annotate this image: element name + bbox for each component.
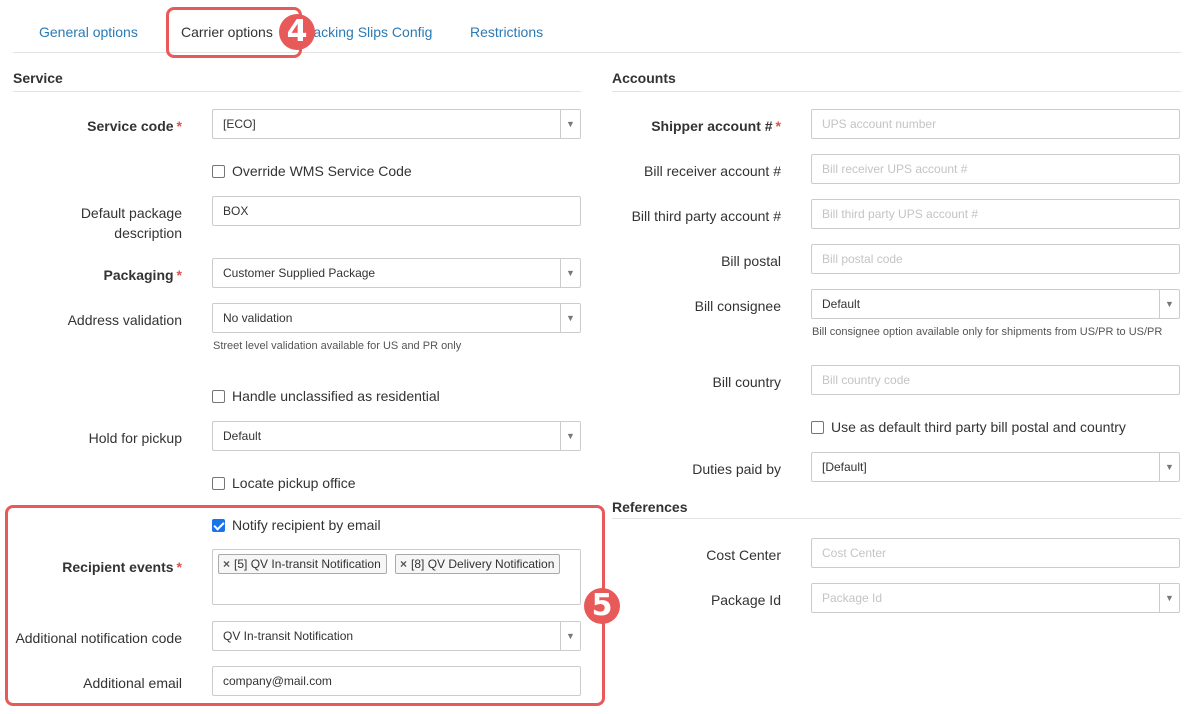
bill-receiver-label: Bill receiver account # [644,163,781,179]
tab-general-options[interactable]: General options [39,24,138,40]
default-package-desc-label: Default package description [80,205,182,241]
checkbox-icon[interactable] [212,164,225,178]
bill-consignee-help: Bill consignee option available only for… [812,326,1163,338]
chevron-down-icon: ▼ [1159,584,1179,612]
section-divider-references [612,518,1181,519]
address-validation-help: Street level validation available for US… [213,340,462,352]
bill-consignee-select[interactable]: Default ▼ [811,289,1180,319]
chevron-down-icon: ▼ [1159,290,1179,318]
hold-for-pickup-label: Hold for pickup [88,430,182,446]
chevron-down-icon: ▼ [1159,453,1179,481]
cost-center-input[interactable]: Cost Center [811,538,1180,568]
tab-restrictions[interactable]: Restrictions [470,24,543,40]
duties-paid-by-label: Duties paid by [692,461,781,477]
callout-badge-4: 4 [279,14,315,50]
section-title-references: References [612,499,688,515]
section-title-service: Service [13,70,63,86]
bill-country-label: Bill country [712,374,781,390]
override-wms-checkbox[interactable]: Override WMS Service Code [212,162,412,180]
handle-unclassified-checkbox[interactable]: Handle unclassified as residential [212,387,440,405]
shipper-account-input[interactable]: UPS account number [811,109,1180,139]
callout-box-5 [5,505,605,706]
duties-paid-by-select[interactable]: [Default] ▼ [811,452,1180,482]
packaging-label: Packaging * [103,267,182,283]
address-validation-label: Address validation [67,312,182,328]
chevron-down-icon: ▼ [560,259,580,287]
service-code-select[interactable]: [ECO] ▼ [212,109,581,139]
shipper-account-label: Shipper account # * [651,118,781,134]
tab-packing-slips-config[interactable]: Packing Slips Config [304,24,432,40]
locate-pickup-checkbox[interactable]: Locate pickup office [212,474,356,492]
hold-for-pickup-select[interactable]: Default ▼ [212,421,581,451]
use-default-third-party-checkbox[interactable]: Use as default third party bill postal a… [811,418,1126,436]
default-package-desc-input[interactable]: BOX [212,196,581,226]
handle-unclassified-label: Handle unclassified as residential [232,388,440,404]
bill-postal-input[interactable]: Bill postal code [811,244,1180,274]
bill-consignee-label: Bill consignee [694,298,781,314]
chevron-down-icon: ▼ [560,422,580,450]
package-id-label: Package Id [710,592,781,608]
use-default-third-party-label: Use as default third party bill postal a… [831,419,1126,435]
bill-receiver-input[interactable]: Bill receiver UPS account # [811,154,1180,184]
cost-center-label: Cost Center [706,547,781,563]
checkbox-icon[interactable] [811,420,824,434]
address-validation-select[interactable]: No validation ▼ [212,303,581,333]
section-divider-service [13,91,581,92]
checkbox-icon[interactable] [212,476,225,490]
chevron-down-icon: ▼ [560,110,580,138]
override-wms-label: Override WMS Service Code [232,163,412,179]
bill-third-party-label: Bill third party account # [631,208,781,224]
packaging-select[interactable]: Customer Supplied Package ▼ [212,258,581,288]
bill-third-party-input[interactable]: Bill third party UPS account # [811,199,1180,229]
section-divider-accounts [612,91,1181,92]
section-title-accounts: Accounts [612,70,676,86]
package-id-select[interactable]: Package Id ▼ [811,583,1180,613]
locate-pickup-label: Locate pickup office [232,475,356,491]
bill-country-input[interactable]: Bill country code [811,365,1180,395]
service-code-label: Service code * [87,118,182,134]
checkbox-icon[interactable] [212,389,225,403]
chevron-down-icon: ▼ [560,304,580,332]
bill-postal-label: Bill postal [721,253,781,269]
